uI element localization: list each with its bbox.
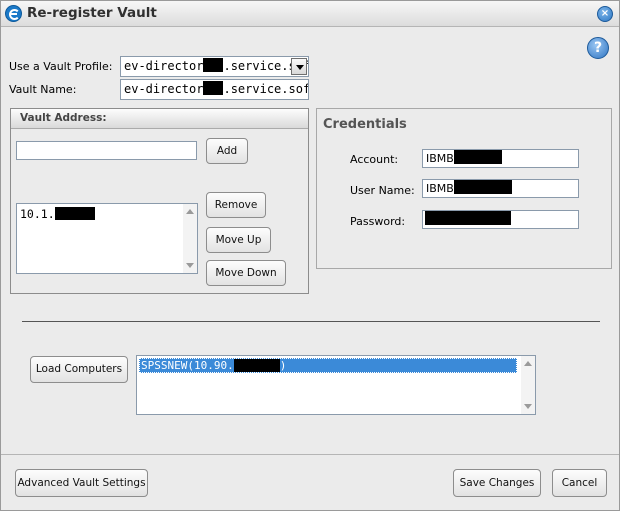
- redacted-block: [453, 180, 512, 194]
- scroll-up-icon[interactable]: [524, 361, 532, 366]
- vault-name-value-prefix: ev-director: [124, 82, 204, 96]
- computer-item-prefix: SPSSNEW(10.90.: [141, 359, 234, 372]
- vault-address-item-text: 10.1.: [20, 207, 55, 221]
- help-icon[interactable]: ?: [587, 37, 609, 59]
- vault-name-label: Vault Name:: [9, 83, 77, 96]
- redacted-block: [203, 58, 224, 72]
- dialog-title: Re-register Vault: [27, 5, 157, 21]
- scroll-up-icon[interactable]: [186, 209, 194, 214]
- save-changes-button[interactable]: Save Changes: [453, 469, 541, 497]
- credentials-panel: Credentials Account: IBMB User Name: IBM…: [316, 108, 612, 269]
- password-label: Password:: [350, 215, 406, 228]
- vault-address-header: Vault Address:: [11, 109, 308, 129]
- vault-profile-select[interactable]: ev-director.service.softla: [120, 56, 309, 77]
- advanced-vault-settings-button[interactable]: Advanced Vault Settings: [15, 469, 148, 497]
- credentials-title: Credentials: [323, 117, 407, 132]
- account-value-prefix: IBMB: [426, 152, 454, 165]
- list-item[interactable]: SPSSNEW(10.90.): [139, 358, 517, 373]
- computers-scrollbar[interactable]: [521, 356, 535, 414]
- remove-button[interactable]: Remove: [206, 192, 266, 218]
- password-field[interactable]: [422, 210, 579, 229]
- vault-name-field[interactable]: ev-director .service.softlayer: [120, 79, 309, 100]
- account-label: Account:: [350, 153, 399, 166]
- username-value-prefix: IBMB: [426, 182, 454, 195]
- chevron-down-icon[interactable]: [291, 58, 307, 75]
- cancel-button[interactable]: Cancel: [552, 469, 607, 497]
- close-icon[interactable]: ×: [597, 6, 613, 22]
- redacted-block: [425, 211, 511, 225]
- list-item[interactable]: 10.1.: [20, 207, 95, 221]
- scroll-down-icon[interactable]: [524, 404, 532, 409]
- redacted-block: [54, 207, 95, 220]
- computer-item-suffix: ): [279, 359, 287, 372]
- redacted-block: [233, 359, 280, 372]
- move-up-button[interactable]: Move Up: [206, 227, 271, 253]
- vault-address-input[interactable]: [16, 141, 197, 160]
- vault-profile-label: Use a Vault Profile:: [9, 60, 113, 73]
- add-button[interactable]: Add: [206, 138, 248, 164]
- vault-address-group: Vault Address: Add 10.1. Remove Move Up …: [10, 108, 309, 294]
- computers-list[interactable]: SPSSNEW(10.90.): [136, 355, 536, 415]
- username-field[interactable]: IBMB: [422, 179, 579, 198]
- redacted-block: [203, 81, 224, 95]
- title-bar: Re-register Vault ×: [1, 1, 619, 27]
- redacted-block: [453, 150, 502, 164]
- vault-profile-value-prefix: ev-director: [124, 59, 204, 73]
- vault-address-scrollbar[interactable]: [183, 204, 197, 273]
- scroll-down-icon[interactable]: [186, 263, 194, 268]
- load-computers-button[interactable]: Load Computers: [30, 356, 128, 383]
- account-field[interactable]: IBMB: [422, 149, 579, 168]
- vault-address-list[interactable]: 10.1.: [16, 203, 198, 274]
- username-label: User Name:: [350, 184, 415, 197]
- move-down-button[interactable]: Move Down: [206, 260, 286, 286]
- app-logo-icon: [5, 5, 22, 22]
- re-register-vault-dialog: Re-register Vault × ? Use a Vault Profil…: [0, 0, 620, 511]
- footer-divider: [1, 454, 619, 455]
- vault-name-value-suffix: .service.softlayer: [223, 82, 308, 96]
- divider: [22, 321, 600, 322]
